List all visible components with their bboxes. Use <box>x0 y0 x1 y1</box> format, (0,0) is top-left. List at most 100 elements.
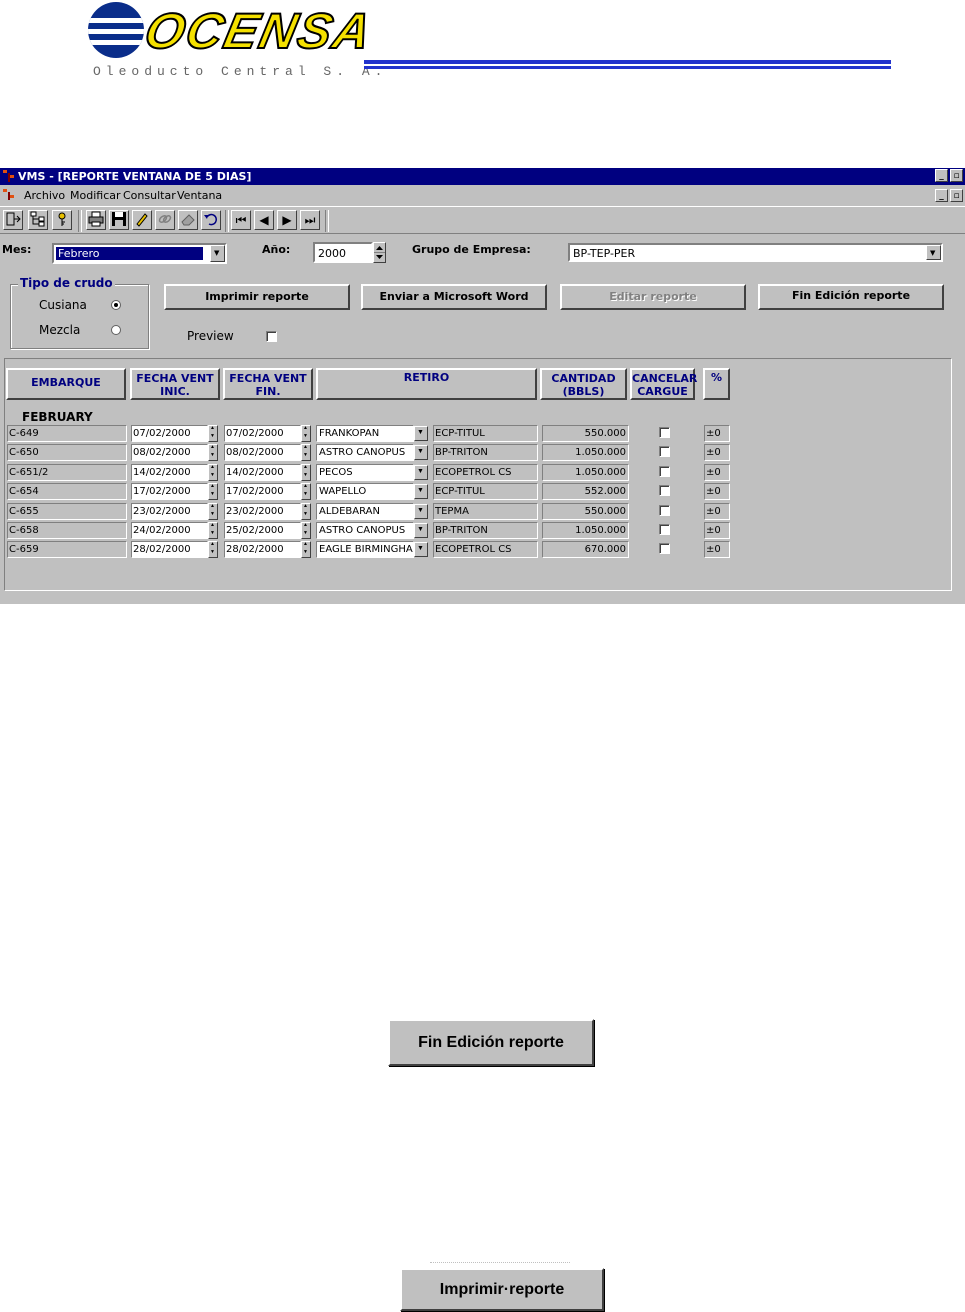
doc-minimize-button[interactable]: _ <box>935 189 948 202</box>
embarque-cell[interactable]: C-649 <box>7 425 127 442</box>
cantidad-cell[interactable]: 1.050.000 <box>542 522 629 539</box>
embarque-cell[interactable]: C-650 <box>7 444 127 461</box>
menu-modificar[interactable]: Modificar <box>70 189 121 202</box>
mezcla-radio[interactable] <box>111 325 121 335</box>
chevron-down-icon[interactable] <box>926 245 941 260</box>
cantidad-cell[interactable]: 550.000 <box>542 425 629 442</box>
imprimir-reporte-button-enlarged[interactable]: Imprimir·reporte <box>400 1268 604 1311</box>
porcentaje-cell[interactable]: ±0 <box>704 503 730 520</box>
document-icon[interactable] <box>3 189 14 200</box>
fecha-inicio-cell[interactable]: 24/02/2000 <box>131 522 208 539</box>
cancelar-checkbox[interactable] <box>659 466 670 477</box>
cantidad-cell[interactable]: 670.000 <box>542 541 629 558</box>
embarque-cell[interactable]: C-654 <box>7 483 127 500</box>
porcentaje-cell[interactable]: ±0 <box>704 444 730 461</box>
empresa-cell[interactable]: ECP-TITUL <box>433 483 538 500</box>
fecha-fin-spinner[interactable] <box>301 541 311 558</box>
buque-cell[interactable]: ASTRO CANOPUS <box>316 444 414 461</box>
fin-edicion-button[interactable]: Fin Edición reporte <box>758 284 944 310</box>
editar-reporte-button[interactable]: Editar reporte <box>560 284 746 310</box>
buque-cell[interactable]: PECOS <box>316 464 414 481</box>
anio-field[interactable]: 2000 <box>313 242 373 263</box>
fecha-fin-spinner[interactable] <box>301 464 311 481</box>
fecha-inicio-cell[interactable]: 28/02/2000 <box>131 541 208 558</box>
first-record-icon[interactable]: ⏮ <box>231 210 251 230</box>
mes-select[interactable]: Febrero <box>52 243 227 264</box>
porcentaje-cell[interactable]: ±0 <box>704 522 730 539</box>
menu-archivo[interactable]: Archivo <box>24 189 65 202</box>
fecha-inicio-cell[interactable]: 14/02/2000 <box>131 464 208 481</box>
fecha-inicio-spinner[interactable] <box>208 444 218 461</box>
last-record-icon[interactable]: ⏭ <box>300 210 320 230</box>
fecha-inicio-spinner[interactable] <box>208 522 218 539</box>
fecha-fin-spinner[interactable] <box>301 425 311 442</box>
buque-cell[interactable]: EAGLE BIRMINGHAM <box>316 541 414 558</box>
preview-checkbox[interactable] <box>266 331 277 342</box>
chevron-down-icon[interactable] <box>210 245 225 262</box>
chevron-down-icon[interactable] <box>414 465 428 480</box>
fin-edicion-button-enlarged[interactable]: Fin Edición reporte <box>388 1019 594 1066</box>
embarque-cell[interactable]: C-658 <box>7 522 127 539</box>
fecha-fin-cell[interactable]: 07/02/2000 <box>224 425 301 442</box>
empresa-cell[interactable]: ECOPETROL CS <box>433 464 538 481</box>
fecha-fin-cell[interactable]: 28/02/2000 <box>224 541 301 558</box>
fecha-inicio-cell[interactable]: 17/02/2000 <box>131 483 208 500</box>
menu-consultar[interactable]: Consultar <box>123 189 176 202</box>
empresa-cell[interactable]: BP-TRITON <box>433 522 538 539</box>
cantidad-cell[interactable]: 550.000 <box>542 503 629 520</box>
next-record-icon[interactable]: ▶ <box>277 210 297 230</box>
enviar-word-button[interactable]: Enviar a Microsoft Word <box>361 284 547 310</box>
menu-ventana[interactable]: Ventana <box>177 189 222 202</box>
empresa-cell[interactable]: BP-TRITON <box>433 444 538 461</box>
cancelar-checkbox[interactable] <box>659 446 670 457</box>
fecha-inicio-cell[interactable]: 07/02/2000 <box>131 425 208 442</box>
porcentaje-cell[interactable]: ±0 <box>704 483 730 500</box>
fecha-fin-cell[interactable]: 23/02/2000 <box>224 503 301 520</box>
undo-icon[interactable] <box>201 210 221 230</box>
buque-cell[interactable]: FRANKOPAN <box>316 425 414 442</box>
cancelar-checkbox[interactable] <box>659 505 670 516</box>
fecha-fin-spinner[interactable] <box>301 503 311 520</box>
cantidad-cell[interactable]: 552.000 <box>542 483 629 500</box>
porcentaje-cell[interactable]: ±0 <box>704 541 730 558</box>
cancelar-checkbox[interactable] <box>659 485 670 496</box>
fecha-fin-spinner[interactable] <box>301 522 311 539</box>
exit-icon[interactable] <box>3 210 23 230</box>
link-icon[interactable] <box>155 210 175 230</box>
fecha-inicio-spinner[interactable] <box>208 541 218 558</box>
chevron-down-icon[interactable] <box>414 484 428 499</box>
fecha-fin-spinner[interactable] <box>301 483 311 500</box>
cusiana-radio[interactable] <box>111 300 121 310</box>
print-icon[interactable] <box>86 210 106 230</box>
buque-cell[interactable]: WAPELLO <box>316 483 414 500</box>
chevron-down-icon[interactable] <box>414 426 428 441</box>
empresa-cell[interactable]: TEPMA <box>433 503 538 520</box>
key-icon[interactable] <box>52 210 72 230</box>
save-icon[interactable] <box>109 210 129 230</box>
fecha-inicio-cell[interactable]: 23/02/2000 <box>131 503 208 520</box>
cancelar-checkbox[interactable] <box>659 427 670 438</box>
cantidad-cell[interactable]: 1.050.000 <box>542 444 629 461</box>
eraser-icon[interactable] <box>178 210 198 230</box>
fecha-inicio-spinner[interactable] <box>208 464 218 481</box>
tree-icon[interactable] <box>28 210 48 230</box>
cancelar-checkbox[interactable] <box>659 524 670 535</box>
cantidad-cell[interactable]: 1.050.000 <box>542 464 629 481</box>
fecha-fin-cell[interactable]: 25/02/2000 <box>224 522 301 539</box>
grupo-select[interactable]: BP-TEP-PER <box>568 243 943 262</box>
fecha-fin-cell[interactable]: 08/02/2000 <box>224 444 301 461</box>
anio-spinner[interactable] <box>373 242 386 263</box>
embarque-cell[interactable]: C-655 <box>7 503 127 520</box>
fecha-inicio-spinner[interactable] <box>208 483 218 500</box>
previous-record-icon[interactable]: ◀ <box>254 210 274 230</box>
edit-icon[interactable] <box>132 210 152 230</box>
porcentaje-cell[interactable]: ±0 <box>704 464 730 481</box>
fecha-fin-cell[interactable]: 17/02/2000 <box>224 483 301 500</box>
buque-cell[interactable]: ASTRO CANOPUS <box>316 522 414 539</box>
chevron-down-icon[interactable] <box>414 445 428 460</box>
fecha-inicio-spinner[interactable] <box>208 425 218 442</box>
chevron-down-icon[interactable] <box>414 504 428 519</box>
doc-restore-button[interactable]: ▫ <box>950 189 963 202</box>
embarque-cell[interactable]: C-659 <box>7 541 127 558</box>
fecha-inicio-spinner[interactable] <box>208 503 218 520</box>
